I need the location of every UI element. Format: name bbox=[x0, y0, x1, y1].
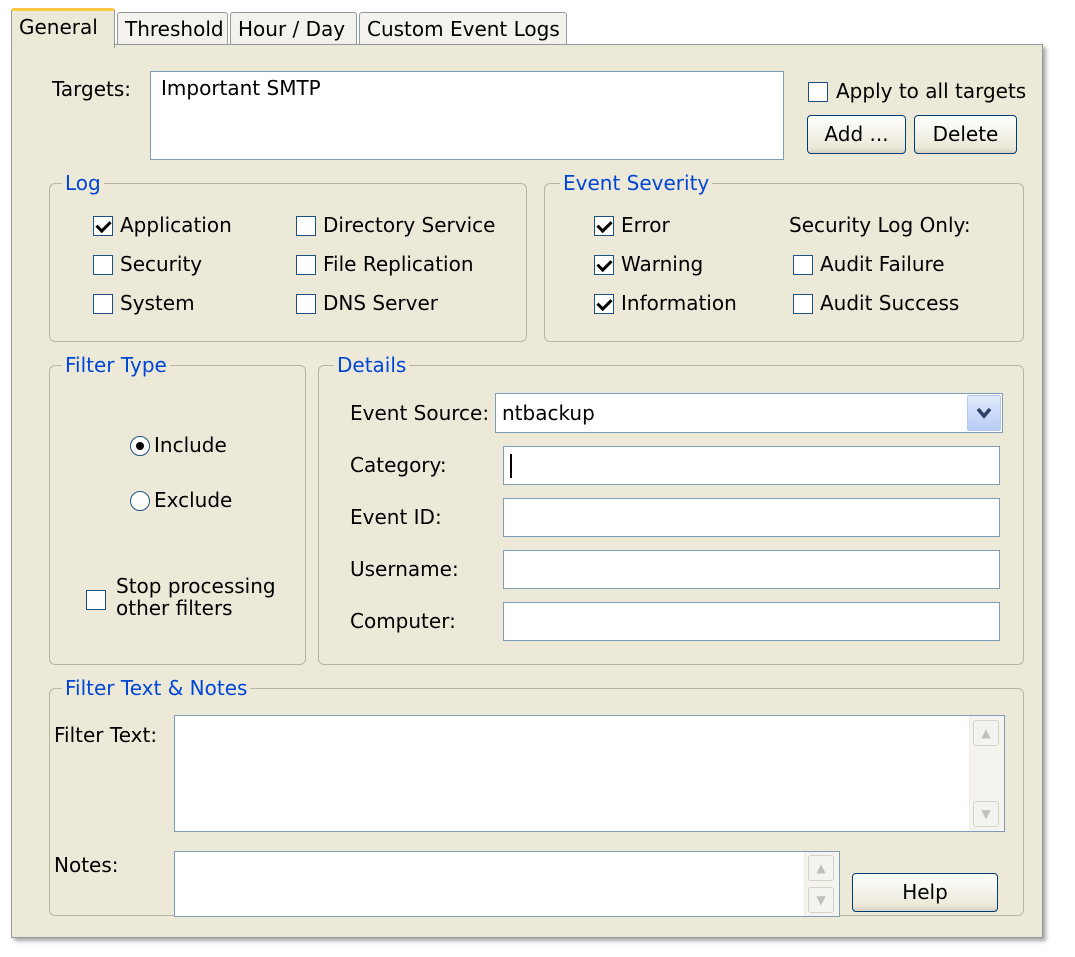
event-severity-legend: Event Severity bbox=[560, 172, 713, 194]
audit-success-label: Audit Success bbox=[820, 291, 960, 315]
targets-list-item[interactable]: Important SMTP bbox=[161, 76, 321, 100]
general-panel: Targets: Important SMTP Apply to all tar… bbox=[11, 44, 1043, 938]
username-input[interactable] bbox=[503, 550, 1000, 589]
chevron-down-icon bbox=[976, 407, 992, 419]
details-legend: Details bbox=[334, 354, 410, 376]
help-button[interactable]: Help bbox=[852, 873, 998, 912]
category-input[interactable] bbox=[503, 446, 1000, 485]
down-arrow-icon[interactable]: ▼ bbox=[973, 801, 999, 827]
information-label: Information bbox=[621, 291, 737, 315]
directory-service-label: Directory Service bbox=[323, 213, 496, 237]
file-replication-checkbox[interactable] bbox=[296, 255, 316, 275]
security-checkbox[interactable] bbox=[93, 255, 113, 275]
exclude-radio[interactable] bbox=[130, 491, 150, 511]
event-severity-group bbox=[544, 183, 1024, 342]
tab-custom-event-logs[interactable]: Custom Event Logs bbox=[359, 12, 567, 46]
security-log-only-label: Security Log Only: bbox=[789, 213, 971, 237]
category-label: Category: bbox=[350, 453, 447, 477]
filter-text-area[interactable]: ▲ ▼ bbox=[174, 715, 1005, 832]
warning-label: Warning bbox=[621, 252, 704, 276]
filter-type-legend: Filter Type bbox=[62, 354, 170, 376]
delete-target-button[interactable]: Delete bbox=[914, 115, 1017, 154]
stop-processing-checkbox[interactable] bbox=[86, 590, 106, 610]
error-checkbox[interactable] bbox=[594, 216, 614, 236]
dns-server-checkbox[interactable] bbox=[296, 294, 316, 314]
directory-service-checkbox[interactable] bbox=[296, 216, 316, 236]
event-source-label: Event Source: bbox=[350, 401, 490, 425]
application-label: Application bbox=[120, 213, 232, 237]
error-label: Error bbox=[621, 213, 670, 237]
down-arrow-icon[interactable]: ▼ bbox=[808, 887, 834, 913]
information-checkbox[interactable] bbox=[594, 294, 614, 314]
include-radio[interactable] bbox=[130, 436, 150, 456]
application-checkbox[interactable] bbox=[93, 216, 113, 236]
computer-label: Computer: bbox=[350, 609, 456, 633]
tab-general[interactable]: General bbox=[11, 8, 115, 48]
event-id-input[interactable] bbox=[503, 498, 1000, 537]
filter-text-notes-legend: Filter Text & Notes bbox=[62, 677, 251, 699]
event-source-select[interactable]: ntbackup bbox=[495, 393, 1003, 433]
computer-input[interactable] bbox=[503, 602, 1000, 641]
tab-hour-day[interactable]: Hour / Day bbox=[230, 12, 357, 46]
add-target-button[interactable]: Add ... bbox=[807, 115, 906, 154]
up-arrow-icon[interactable]: ▲ bbox=[973, 720, 999, 746]
username-label: Username: bbox=[350, 557, 459, 581]
filter-type-group bbox=[49, 365, 306, 665]
event-source-value: ntbackup bbox=[502, 401, 595, 425]
stop-processing-label-line1: Stop processing bbox=[116, 574, 276, 598]
system-label: System bbox=[120, 291, 195, 315]
targets-label: Targets: bbox=[52, 77, 132, 101]
text-cursor bbox=[510, 454, 512, 478]
filter-text-scrollbar[interactable]: ▲ ▼ bbox=[969, 716, 1004, 831]
audit-failure-label: Audit Failure bbox=[820, 252, 945, 276]
audit-success-checkbox[interactable] bbox=[793, 294, 813, 314]
apply-all-targets-label: Apply to all targets bbox=[836, 79, 1027, 103]
notes-label: Notes: bbox=[54, 853, 119, 877]
security-label: Security bbox=[120, 252, 203, 276]
stop-processing-label-line2: other filters bbox=[116, 596, 233, 620]
include-label: Include bbox=[154, 433, 227, 457]
file-replication-label: File Replication bbox=[323, 252, 474, 276]
filter-text-label: Filter Text: bbox=[54, 723, 158, 747]
log-legend: Log bbox=[62, 172, 104, 194]
exclude-label: Exclude bbox=[154, 488, 233, 512]
notes-area[interactable]: ▲ ▼ bbox=[174, 851, 840, 917]
event-id-label: Event ID: bbox=[350, 505, 442, 529]
targets-list[interactable]: Important SMTP bbox=[150, 71, 784, 160]
tab-threshold[interactable]: Threshold bbox=[117, 12, 228, 46]
event-source-dropdown-button[interactable] bbox=[967, 395, 1001, 431]
apply-all-targets-checkbox[interactable] bbox=[808, 82, 828, 102]
system-checkbox[interactable] bbox=[93, 294, 113, 314]
up-arrow-icon[interactable]: ▲ bbox=[808, 855, 834, 881]
warning-checkbox[interactable] bbox=[594, 255, 614, 275]
audit-failure-checkbox[interactable] bbox=[793, 255, 813, 275]
dns-server-label: DNS Server bbox=[323, 291, 438, 315]
notes-scrollbar[interactable]: ▲ ▼ bbox=[804, 852, 839, 916]
